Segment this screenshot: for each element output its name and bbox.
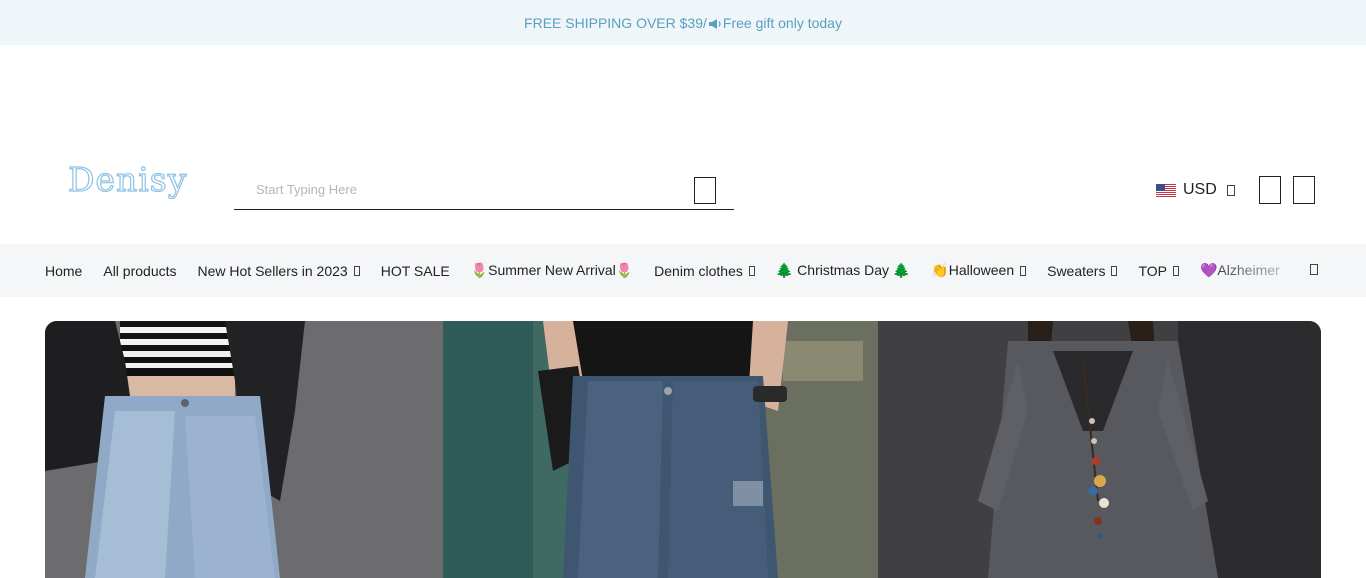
nav-item-denim-clothes[interactable]: Denim clothes: [654, 263, 755, 279]
nav-item-home[interactable]: Home: [45, 263, 82, 279]
nav-item-sweaters[interactable]: Sweaters: [1047, 263, 1118, 279]
chevron-down-icon: [1173, 265, 1179, 276]
account-icon[interactable]: [1259, 176, 1281, 204]
nav-item-alzheimer[interactable]: 💜Alzheimer: [1200, 262, 1280, 279]
chevron-down-icon: [748, 265, 755, 276]
nav-item-top[interactable]: TOP: [1138, 263, 1179, 279]
nav-item-all-products[interactable]: All products: [103, 263, 176, 279]
hero-banner[interactable]: [45, 321, 1321, 578]
megaphone-icon: [708, 18, 721, 29]
nav-item-halloween[interactable]: 👏Halloween: [931, 262, 1027, 279]
site-header: Denisy USD: [0, 45, 1366, 244]
search-bar: [234, 169, 734, 210]
cart-icon[interactable]: [1293, 176, 1315, 204]
chevron-down-icon: [353, 265, 360, 276]
chevron-down-icon: [1226, 184, 1235, 196]
announcement-text-before: FREE SHIPPING OVER $39/: [524, 14, 707, 31]
search-icon[interactable]: [694, 177, 716, 204]
currency-selector[interactable]: USD: [1156, 181, 1235, 199]
nav-item-christmas-day[interactable]: 🌲 Christmas Day 🌲: [776, 262, 910, 279]
chevron-down-icon: [1020, 265, 1027, 276]
currency-label: USD: [1183, 181, 1217, 198]
nav-list: Home All products New Hot Sellers in 202…: [0, 244, 1300, 297]
us-flag-icon: [1156, 183, 1176, 197]
nav-item-hot-sale[interactable]: HOT SALE: [381, 263, 450, 279]
banner-image-denim-dress: [878, 321, 1321, 578]
banner-image-dark-jeans: [443, 321, 878, 578]
main-nav: Home All products New Hot Sellers in 202…: [0, 244, 1366, 297]
search-input[interactable]: [256, 179, 686, 199]
site-logo[interactable]: Denisy: [67, 162, 187, 196]
chevron-right-icon[interactable]: [1310, 264, 1318, 275]
announcement-text-after: Free gift only today: [722, 14, 842, 31]
announcement-bar: FREE SHIPPING OVER $39/ Free gift only t…: [0, 0, 1366, 45]
nav-item-summer-new-arrival[interactable]: 🌷Summer New Arrival🌷: [471, 262, 633, 279]
chevron-down-icon: [1111, 265, 1118, 276]
banner-image-wide-leg-jeans: [45, 321, 443, 578]
nav-item-new-hot-sellers[interactable]: New Hot Sellers in 2023: [198, 263, 360, 279]
